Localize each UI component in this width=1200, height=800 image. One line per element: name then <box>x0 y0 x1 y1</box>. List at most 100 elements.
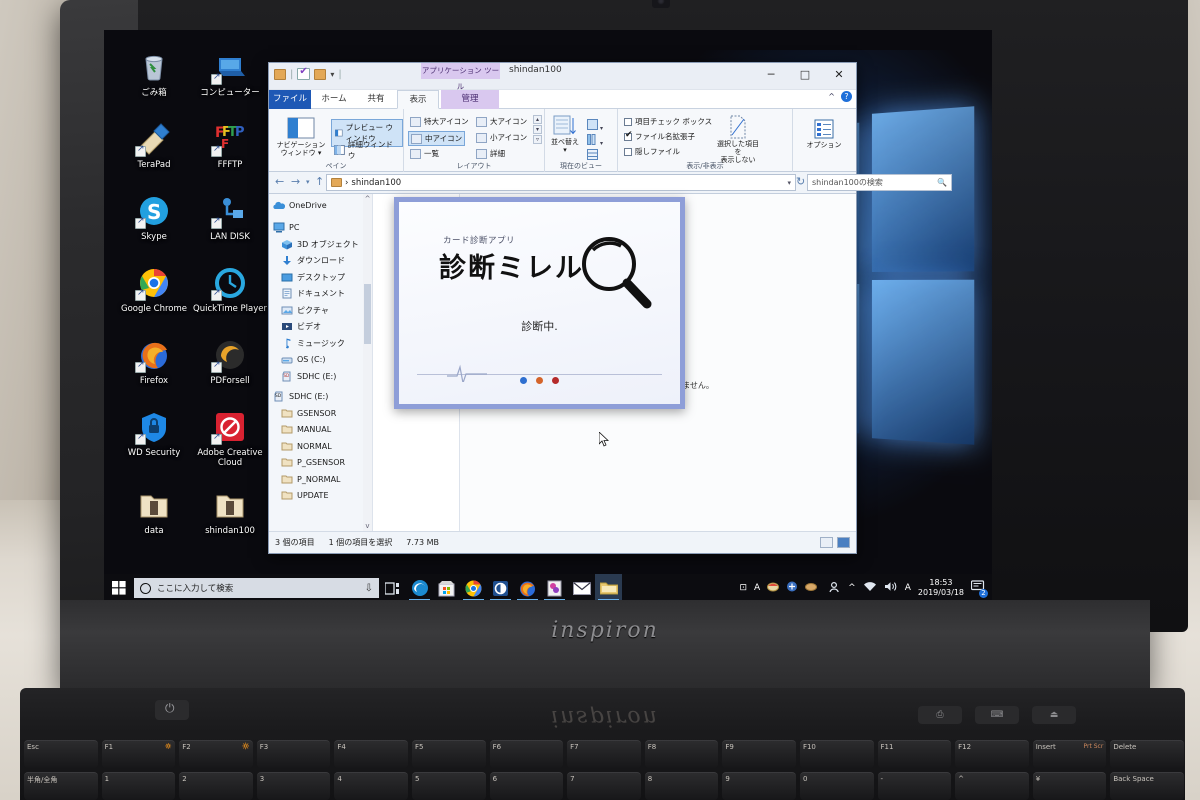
tab-view[interactable]: 表示 <box>397 90 439 109</box>
key-8[interactable]: 8 <box>645 772 719 800</box>
search-input[interactable]: shindan100の検索 🔍 <box>807 174 952 191</box>
start-button[interactable] <box>104 574 134 602</box>
taskbar[interactable]: ここに入力して検索 ⇩ <box>104 574 992 602</box>
address-bar[interactable]: ← → ▾ ↑ › shindan100 ▾ ↻ shindan100の検索 🔍 <box>269 172 856 194</box>
key-f11[interactable]: F11 <box>878 740 952 768</box>
hide-selected-items-button[interactable]: 選択した項目を 表示しない <box>714 115 762 164</box>
base-button-2[interactable]: ⌨ <box>975 706 1019 724</box>
key-5[interactable]: 5 <box>412 772 486 800</box>
large-icons-view-toggle[interactable] <box>837 537 850 548</box>
key-f10[interactable]: F10 <box>800 740 874 768</box>
item-checkboxes-checkbox[interactable]: 項目チェック ボックス <box>624 116 712 127</box>
checkbox-icon[interactable] <box>624 118 632 126</box>
properties-icon[interactable] <box>297 68 310 80</box>
chevron-up-icon[interactable]: ^ <box>828 92 835 101</box>
layout-option-large-icons[interactable]: 大アイコン <box>474 115 529 128</box>
forward-button[interactable]: → <box>291 175 300 188</box>
taskbar-icon-mail[interactable] <box>568 574 595 602</box>
view-toggle-buttons[interactable] <box>820 537 850 548</box>
taskbar-icon-firefox[interactable] <box>514 574 541 602</box>
task-view-button[interactable] <box>379 574 406 602</box>
key-4[interactable]: 4 <box>334 772 408 800</box>
key-2[interactable]: 2 <box>179 772 253 800</box>
layout-option-small-icons[interactable]: 小アイコン <box>474 131 529 144</box>
nav-item-music[interactable]: ミュージック <box>269 335 372 352</box>
microphone-icon[interactable]: ⇩ <box>365 583 373 594</box>
layout-option-details[interactable]: 詳細 <box>474 147 507 160</box>
nav-item-onedrive[interactable]: OneDrive <box>269 197 372 214</box>
window-controls[interactable]: ─ □ ✕ <box>754 63 856 87</box>
navigation-window-button[interactable]: ナビゲーション ウィンドウ ▾ <box>275 117 327 157</box>
ime-tool-icon[interactable] <box>767 581 779 595</box>
search-icon[interactable]: 🔍 <box>937 178 947 187</box>
nav-item-sdhc-e[interactable]: SD SDHC (E:) <box>269 389 372 406</box>
system-tray[interactable]: ⊡ A ^ <box>739 578 986 598</box>
nav-item-3d-objects[interactable]: 3D オブジェクト <box>269 236 372 253</box>
checkbox-checked-icon[interactable] <box>624 133 632 141</box>
nav-item-desktop[interactable]: デスクトップ <box>269 269 372 286</box>
desktop-icon-lan-disk[interactable]: LAN DISK <box>188 194 272 242</box>
taskbar-search-input[interactable]: ここに入力して検索 ⇩ <box>134 578 379 598</box>
nav-item-sdhc-e-child[interactable]: SD SDHC (E:) <box>269 368 372 385</box>
key-f2[interactable]: F2🔆 <box>179 740 253 768</box>
hidden-icons-chevron[interactable]: ^ <box>848 583 856 593</box>
laptop-keyboard[interactable]: EscF1🔅F2🔆F3F4F5F6F7F8F9F10F11F12InsertPr… <box>24 740 1184 800</box>
ime-input-mode-icon[interactable]: A <box>905 583 911 593</box>
nav-item-p-normal[interactable]: P_NORMAL <box>269 471 372 488</box>
maximize-button[interactable]: □ <box>788 63 822 87</box>
nav-item-pictures[interactable]: ピクチャ <box>269 302 372 319</box>
nav-item-gsensor[interactable]: GSENSOR <box>269 405 372 422</box>
desktop-icon-terapad[interactable]: TeraPad <box>112 122 196 170</box>
ime-pad-icon[interactable] <box>786 581 798 595</box>
wifi-icon[interactable] <box>863 581 877 595</box>
ribbon-toolbar[interactable]: ナビゲーション ウィンドウ ▾ プレビュー ウィンドウ 詳細ウィンドウ ペイン <box>269 109 856 172</box>
layout-option-list[interactable]: 一覧 <box>408 147 441 160</box>
options-button[interactable]: オプション <box>803 119 845 149</box>
key-f4[interactable]: F4 <box>334 740 408 768</box>
checkbox-icon[interactable] <box>624 148 632 156</box>
file-extensions-checkbox[interactable]: ファイル名拡張子 <box>624 131 695 142</box>
nav-item-p-gsensor[interactable]: P_GSENSOR <box>269 455 372 472</box>
quick-access-toolbar[interactable]: | ▾ | <box>274 68 342 80</box>
key-9[interactable]: 9 <box>722 772 796 800</box>
key-f8[interactable]: F8 <box>645 740 719 768</box>
ime-mode-icon[interactable]: ⊡ <box>739 583 747 593</box>
sort-by-button[interactable]: 並べ替え ▾ <box>547 115 583 154</box>
nav-item-os-c[interactable]: OS (C:) <box>269 352 372 369</box>
shindan-miru-splash-window[interactable]: カード診断アプリ 診断ミレル 診断中. <box>394 197 685 409</box>
details-view-toggle[interactable] <box>820 537 833 548</box>
ribbon-tab-row[interactable]: ファイル ホーム 共有 表示 管理 ^ ? <box>269 90 856 109</box>
tab-manage[interactable]: 管理 <box>441 90 499 109</box>
desktop-icon-google-chrome[interactable]: Google Chrome <box>112 266 196 314</box>
key-f6[interactable]: F6 <box>490 740 564 768</box>
key-delete[interactable]: Delete <box>1110 740 1184 768</box>
desktop-icon-quicktime-player[interactable]: QuickTime Player <box>188 266 272 314</box>
people-icon[interactable] <box>828 581 841 596</box>
help-icon[interactable]: ? <box>841 91 852 102</box>
taskbar-icon-chrome[interactable] <box>460 574 487 602</box>
key-f12[interactable]: F12 <box>955 740 1029 768</box>
notification-center-button[interactable]: 2 <box>971 580 986 596</box>
key--[interactable]: - <box>878 772 952 800</box>
key-f3[interactable]: F3 <box>257 740 331 768</box>
key--[interactable]: ^ <box>955 772 1029 800</box>
nav-item-videos[interactable]: ビデオ <box>269 319 372 336</box>
minimize-button[interactable]: ─ <box>754 63 788 87</box>
scrollbar-thumb[interactable] <box>364 284 371 344</box>
volume-icon[interactable] <box>884 581 898 595</box>
ribbon-help-area[interactable]: ^ ? <box>828 91 852 102</box>
desktop-icon-firefox[interactable]: Firefox <box>112 338 196 386</box>
key-back-space[interactable]: Back Space <box>1110 772 1184 800</box>
nav-item-pc[interactable]: PC <box>269 220 372 237</box>
taskbar-icon-paint-app[interactable] <box>541 574 568 602</box>
layout-scroll-spinner[interactable]: ▴ ▾ ▿ <box>533 115 542 144</box>
desktop-icon-computer[interactable]: コンピューター <box>188 50 272 98</box>
key-f7[interactable]: F7 <box>567 740 641 768</box>
key-7[interactable]: 7 <box>567 772 641 800</box>
key-f9[interactable]: F9 <box>722 740 796 768</box>
nav-item-documents[interactable]: ドキュメント <box>269 286 372 303</box>
close-button[interactable]: ✕ <box>822 63 856 87</box>
desktop-icon-pdforsell[interactable]: PDForsell <box>188 338 272 386</box>
base-button-1[interactable]: ⎙ <box>918 706 962 724</box>
ime-alpha-icon[interactable]: A <box>754 583 760 593</box>
